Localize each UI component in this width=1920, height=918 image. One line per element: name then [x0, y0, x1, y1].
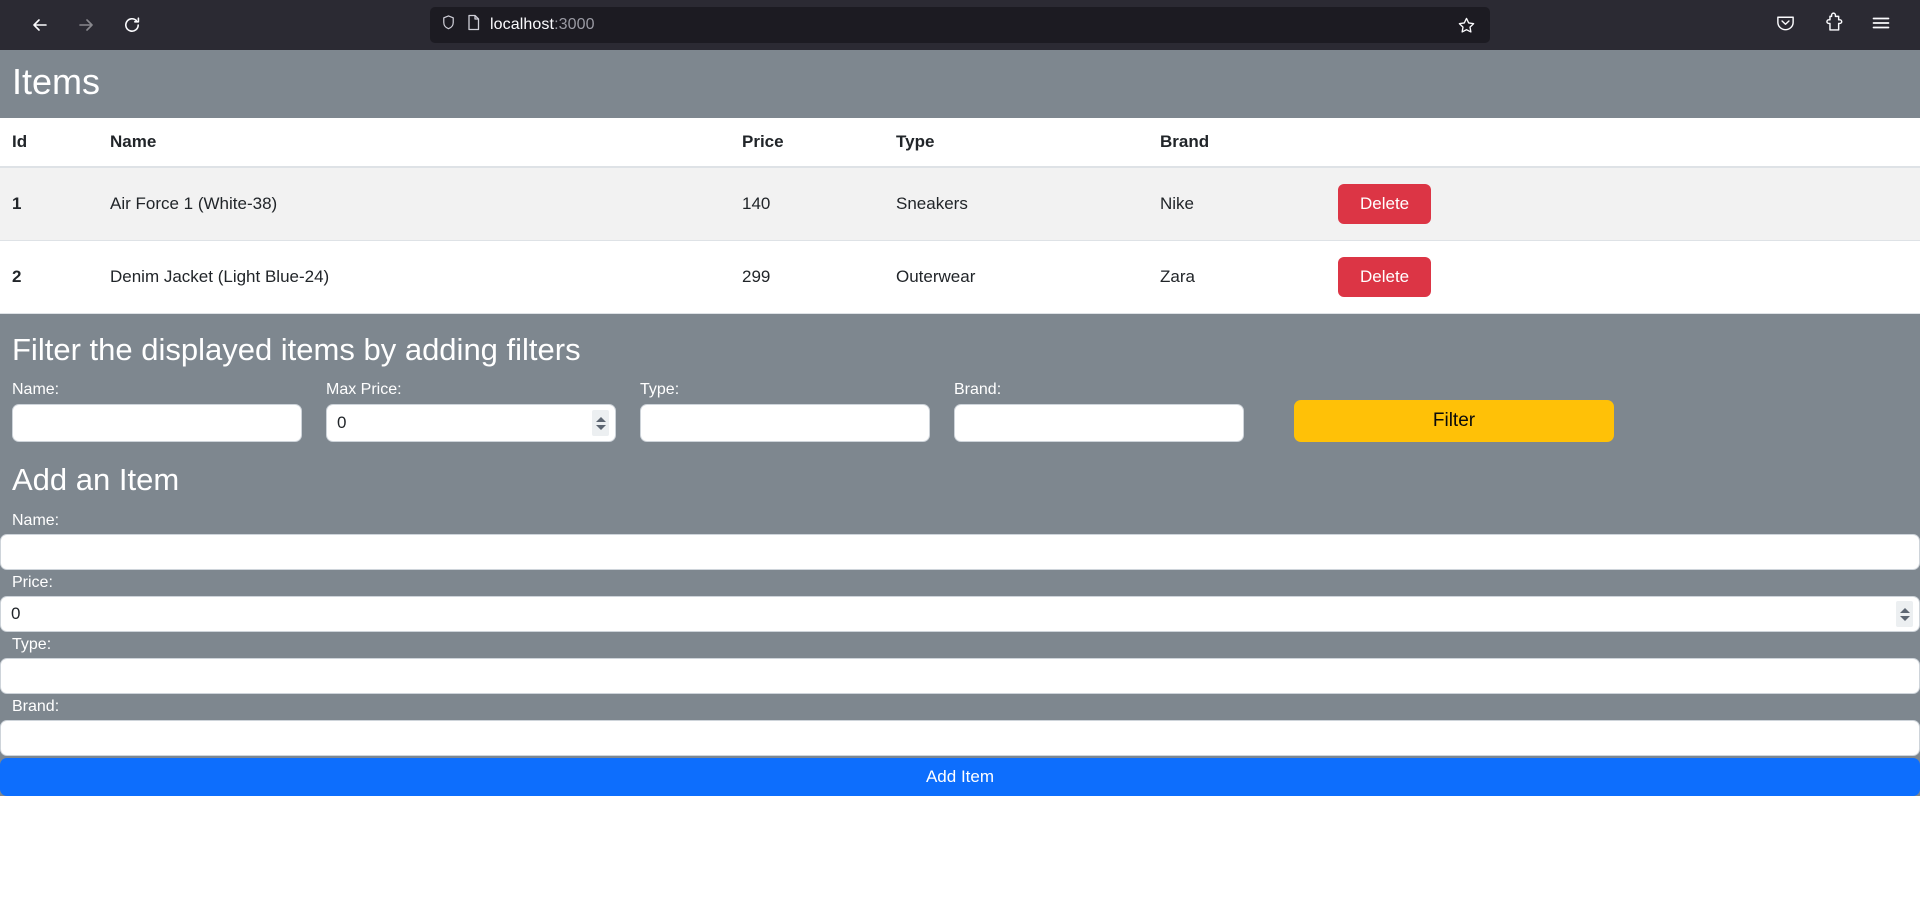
table-header-row: Id Name Price Type Brand	[0, 118, 1920, 167]
add-brand-label: Brand:	[0, 694, 1920, 720]
extensions-button[interactable]	[1816, 8, 1850, 42]
page-document-icon[interactable]	[466, 14, 481, 36]
cell-brand: Nike	[1148, 167, 1326, 241]
cell-name: Air Force 1 (White-38)	[98, 167, 730, 241]
table-header: Id Name Price Type Brand	[0, 118, 1920, 167]
filter-brand-input[interactable]	[954, 404, 1244, 442]
pocket-save-icon	[1775, 12, 1796, 38]
cell-actions: Delete	[1326, 241, 1920, 314]
filter-maxprice-label: Max Price:	[326, 380, 616, 400]
column-header-brand: Brand	[1148, 118, 1326, 167]
back-button[interactable]	[20, 5, 60, 45]
cell-actions: Delete	[1326, 167, 1920, 241]
filter-name-input[interactable]	[12, 404, 302, 442]
cell-name: Denim Jacket (Light Blue-24)	[98, 241, 730, 314]
filter-maxprice-field: Max Price:	[326, 380, 616, 442]
add-item-panel: Add an Item Name: Price: Type: Brand: Ad…	[0, 452, 1920, 796]
cell-type: Outerwear	[884, 241, 1148, 314]
column-header-price: Price	[730, 118, 884, 167]
url-text: localhost:3000	[490, 16, 1443, 34]
address-bar[interactable]: localhost:3000	[430, 7, 1490, 43]
urlbar-container: localhost:3000	[152, 7, 1768, 43]
add-item-button[interactable]: Add Item	[0, 758, 1920, 796]
filter-type-label: Type:	[640, 380, 930, 400]
pocket-save-button[interactable]	[1768, 8, 1802, 42]
cell-brand: Zara	[1148, 241, 1326, 314]
browser-toolbar: localhost:3000	[0, 0, 1920, 50]
add-brand-field: Brand:	[0, 694, 1920, 756]
navigation-buttons	[20, 5, 152, 45]
add-price-wrap	[0, 596, 1920, 632]
column-header-type: Type	[884, 118, 1148, 167]
number-spinner-icon[interactable]	[592, 410, 609, 436]
add-price-label: Price:	[0, 570, 1920, 596]
cell-id: 2	[0, 241, 98, 314]
items-table: Id Name Price Type Brand 1 Air Force 1 (…	[0, 118, 1920, 314]
table-row: 2 Denim Jacket (Light Blue-24) 299 Outer…	[0, 241, 1920, 314]
filter-name-field: Name:	[12, 380, 302, 442]
add-name-field: Name:	[0, 508, 1920, 570]
cell-price: 299	[730, 241, 884, 314]
filter-name-label: Name:	[12, 380, 302, 400]
cell-type: Sneakers	[884, 167, 1148, 241]
filter-heading: Filter the displayed items by adding fil…	[12, 330, 1908, 370]
bookmark-star-icon[interactable]	[1452, 11, 1480, 39]
add-name-input[interactable]	[0, 534, 1920, 570]
filter-maxprice-input[interactable]	[326, 404, 616, 442]
add-price-field: Price:	[0, 570, 1920, 632]
filter-type-input[interactable]	[640, 404, 930, 442]
items-header-panel: Items	[0, 50, 1920, 118]
delete-button[interactable]: Delete	[1338, 257, 1431, 297]
app-menu-button[interactable]	[1864, 8, 1898, 42]
reload-icon	[122, 15, 142, 35]
cell-price: 140	[730, 167, 884, 241]
table-row: 1 Air Force 1 (White-38) 140 Sneakers Ni…	[0, 167, 1920, 241]
hamburger-menu-icon	[1870, 12, 1892, 39]
add-type-input[interactable]	[0, 658, 1920, 694]
number-spinner-icon[interactable]	[1896, 601, 1913, 627]
forward-button[interactable]	[66, 5, 106, 45]
url-port: :3000	[554, 16, 595, 33]
filter-row: Name: Max Price: Type: Brand:	[12, 380, 1908, 442]
delete-button[interactable]: Delete	[1338, 184, 1431, 224]
forward-arrow-icon	[76, 15, 96, 35]
add-type-label: Type:	[0, 632, 1920, 658]
shield-icon[interactable]	[440, 14, 457, 36]
page-content: Items Id Name Price Type Brand 1 Air For…	[0, 50, 1920, 918]
page-title: Items	[12, 60, 1908, 104]
add-brand-input[interactable]	[0, 720, 1920, 756]
extensions-puzzle-icon	[1823, 12, 1844, 38]
filter-button[interactable]: Filter	[1294, 400, 1614, 442]
reload-button[interactable]	[112, 5, 152, 45]
filter-maxprice-wrap	[326, 404, 616, 442]
column-header-actions	[1326, 118, 1920, 167]
column-header-name: Name	[98, 118, 730, 167]
chrome-right-icons	[1768, 8, 1906, 42]
table-body: 1 Air Force 1 (White-38) 140 Sneakers Ni…	[0, 167, 1920, 314]
filter-panel: Filter the displayed items by adding fil…	[0, 314, 1920, 452]
filter-type-field: Type:	[640, 380, 930, 442]
filter-brand-label: Brand:	[954, 380, 1244, 400]
url-host: localhost	[490, 16, 554, 33]
cell-id: 1	[0, 167, 98, 241]
add-name-label: Name:	[0, 508, 1920, 534]
back-arrow-icon	[30, 15, 50, 35]
column-header-id: Id	[0, 118, 98, 167]
add-type-field: Type:	[0, 632, 1920, 694]
filter-brand-field: Brand:	[954, 380, 1244, 442]
add-item-heading: Add an Item	[0, 458, 1920, 502]
add-price-input[interactable]	[0, 596, 1920, 632]
